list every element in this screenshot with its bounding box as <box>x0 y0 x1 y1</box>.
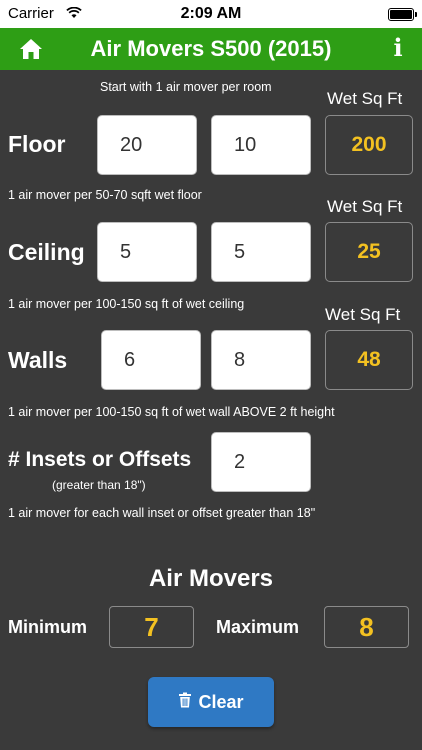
air-movers-title: Air Movers <box>148 565 274 592</box>
floor-label: Floor <box>8 131 66 157</box>
insets-sublabel: (greater than 18") <box>52 478 146 492</box>
status-bar: Carrier 2:09 AM <box>0 0 422 28</box>
insets-count-input[interactable]: 2 <box>211 432 311 492</box>
trash-icon <box>178 692 192 713</box>
ceiling-label: Ceiling <box>8 239 85 265</box>
minimum-label: Minimum <box>8 617 87 637</box>
insets-label: # Insets or Offsets <box>8 448 192 471</box>
walls-area-output: 48 <box>325 330 413 390</box>
walls-label: Walls <box>8 347 68 373</box>
clock: 2:09 AM <box>180 5 242 22</box>
walls-width-input[interactable]: 8 <box>211 330 311 390</box>
ceiling-width-input[interactable]: 5 <box>211 222 311 282</box>
page-title: Air Movers S500 (2015) <box>90 36 332 61</box>
ceiling-length-input[interactable]: 5 <box>97 222 197 282</box>
info-icon[interactable]: i <box>388 33 408 62</box>
nav-bar: Air Movers S500 (2015) i <box>0 28 422 70</box>
walls-length-input[interactable]: 6 <box>101 330 201 390</box>
wet-sq-ft-header: Wet Sq Ft <box>327 89 403 108</box>
ceiling-hint: 1 air mover per 100-150 sq ft of wet cei… <box>8 297 245 311</box>
floor-area-output: 200 <box>325 115 413 175</box>
intro-hint: Start with 1 air mover per room <box>100 80 272 94</box>
maximum-value: 8 <box>324 606 409 648</box>
wet-sq-ft-header: Wet Sq Ft <box>325 305 401 324</box>
battery-icon <box>388 8 417 21</box>
walls-hint: 1 air mover per 100-150 sq ft of wet wal… <box>8 405 335 419</box>
maximum-label: Maximum <box>216 617 300 637</box>
minimum-value: 7 <box>109 606 194 648</box>
wet-sq-ft-header: Wet Sq Ft <box>327 197 403 216</box>
floor-width-input[interactable]: 10 <box>211 115 311 175</box>
ceiling-area-output: 25 <box>325 222 413 282</box>
clear-button[interactable]: Clear <box>148 677 274 727</box>
insets-hint: 1 air mover for each wall inset or offse… <box>8 506 316 520</box>
clear-button-label: Clear <box>198 691 244 712</box>
floor-length-input[interactable]: 20 <box>97 115 197 175</box>
floor-hint: 1 air mover per 50-70 sqft wet floor <box>8 188 202 202</box>
